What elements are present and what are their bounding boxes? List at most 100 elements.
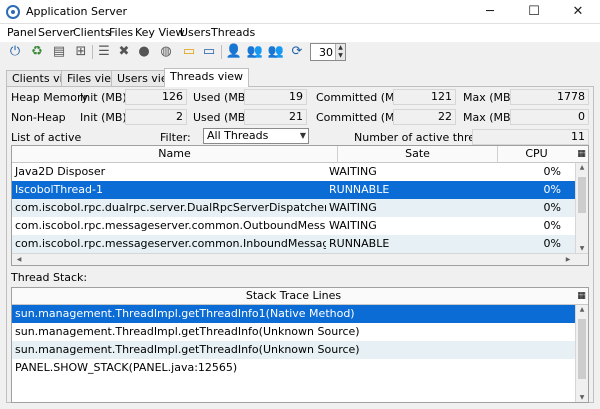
- thread-row[interactable]: com.iscobol.rpc.messageserver.common.Inb…: [12, 235, 576, 253]
- column-header-name[interactable]: Name: [12, 146, 338, 163]
- stack-line-cell: PANEL.SHOW_STACK(PANEL.java:12565): [15, 361, 238, 374]
- scroll-right-icon[interactable]: ▶: [562, 256, 574, 263]
- chevron-down-icon[interactable]: ▼: [300, 129, 306, 143]
- nonheap-max-value: 0: [510, 109, 589, 125]
- thread-cpu-cell: 0%: [543, 237, 561, 250]
- minimize-button[interactable]: ─: [468, 0, 512, 24]
- stack-line-cell: sun.management.ThreadImpl.getThreadInfo1…: [15, 307, 355, 320]
- menu-panel[interactable]: Panel: [7, 26, 37, 39]
- menu-users[interactable]: Users: [180, 26, 211, 39]
- app-logo-icon: [6, 5, 20, 19]
- thread-name-cell: com.iscobol.rpc.messageserver.common.Out…: [15, 219, 326, 232]
- list-of-active-label: List of active: [11, 131, 82, 144]
- thread-name-cell: com.iscobol.rpc.messageserver.common.Inb…: [15, 237, 326, 250]
- menu-clients[interactable]: Clients: [73, 26, 111, 39]
- stack-scroll-thumb[interactable]: [578, 319, 586, 379]
- heap-committed-value: 121: [393, 89, 456, 105]
- threads-scroll-thumb[interactable]: [578, 177, 586, 213]
- column-header-state[interactable]: Sate: [338, 146, 498, 163]
- folder-icon[interactable]: ▭: [180, 43, 198, 61]
- thread-cpu-cell: 0%: [543, 183, 561, 196]
- scroll-up-icon[interactable]: ▲: [576, 306, 588, 313]
- stack-row[interactable]: sun.management.ThreadImpl.getThreadInfo(…: [12, 323, 576, 341]
- thread-state-cell: WAITING: [329, 165, 377, 178]
- stack-icon[interactable]: ☰: [95, 43, 113, 61]
- heap-init-label: Init (MB):: [80, 91, 131, 104]
- thread-row-selected[interactable]: IscobolThread-1 RUNNABLE 0%: [12, 181, 576, 199]
- stack-line-cell: sun.management.ThreadImpl.getThreadInfo(…: [15, 343, 360, 356]
- heap-used-value: 19: [244, 89, 307, 105]
- stack-row[interactable]: sun.management.ThreadImpl.getThreadInfo(…: [12, 341, 576, 359]
- tools-icon[interactable]: ✖: [115, 43, 133, 61]
- add-user-icon[interactable]: 👥: [246, 43, 264, 61]
- filter-selected-value[interactable]: All Threads: [207, 129, 268, 142]
- nonheap-init-label: Init (MB):: [80, 111, 131, 124]
- thread-state-cell: WAITING: [329, 201, 377, 214]
- column-chooser-icon[interactable]: ▦: [575, 288, 588, 305]
- column-header-cpu[interactable]: CPU: [498, 146, 576, 163]
- thread-cpu-cell: 0%: [543, 201, 561, 214]
- heap-max-value: 1778: [510, 89, 589, 105]
- refresh-interval-value[interactable]: 30: [319, 46, 333, 59]
- nonheap-init-value: 2: [125, 109, 187, 125]
- refresh-interval-spinner[interactable]: 30 ▲ ▼: [310, 43, 346, 61]
- menu-bar: Panel Server Clients Files Key View User…: [0, 24, 600, 42]
- thread-state-cell: WAITING: [329, 219, 377, 232]
- stack-vertical-scrollbar[interactable]: ▲ ▼: [575, 305, 588, 402]
- filter-label: Filter:: [160, 131, 191, 144]
- nonheap-committed-value: 22: [393, 109, 456, 125]
- group-icon[interactable]: 👥: [267, 43, 285, 61]
- power-icon[interactable]: ⏻: [6, 43, 24, 61]
- thread-row[interactable]: com.iscobol.rpc.dualrpc.server.DualRpcSe…: [12, 199, 576, 217]
- stack-trace-table: Stack Trace Lines ▦ sun.management.Threa…: [11, 287, 589, 403]
- window-title: Application Server: [26, 5, 128, 18]
- server-icon[interactable]: ▤: [50, 43, 68, 61]
- scroll-up-icon[interactable]: ▲: [576, 164, 588, 171]
- spin-down-icon[interactable]: ▼: [335, 52, 345, 60]
- menu-files[interactable]: Files: [109, 26, 133, 39]
- thread-row[interactable]: Java2D Disposer WAITING 0%: [12, 163, 576, 181]
- threads-vertical-scrollbar[interactable]: ▲ ▼: [575, 163, 588, 253]
- toolbar-separator: [221, 45, 222, 59]
- thread-name-cell: IscobolThread-1: [15, 183, 103, 196]
- maximize-button[interactable]: ☐: [512, 0, 556, 24]
- toolbar: ⏻ ♻ ▤ ⊞ ☰ ✖ ● ◍ ▭ ▭ 👤 👥 👥 ⟳ 30 ▲ ▼: [0, 42, 600, 62]
- user-icon[interactable]: 👤: [225, 43, 243, 61]
- network-icon[interactable]: ⊞: [72, 43, 90, 61]
- menu-server[interactable]: Server: [38, 26, 74, 39]
- heap-init-value: 126: [125, 89, 187, 105]
- thread-cpu-cell: 0%: [543, 219, 561, 232]
- thread-name-cell: com.iscobol.rpc.dualrpc.server.DualRpcSe…: [15, 201, 326, 214]
- scroll-left-icon[interactable]: ◀: [13, 256, 25, 263]
- menu-key-view[interactable]: Key View: [135, 26, 185, 39]
- stack-line-cell: sun.management.ThreadImpl.getThreadInfo(…: [15, 325, 360, 338]
- thread-cpu-cell: 0%: [543, 165, 561, 178]
- active-threads-count: 11: [472, 129, 589, 145]
- refresh-icon[interactable]: ⟳: [288, 43, 306, 61]
- nonheap-used-value: 21: [244, 109, 307, 125]
- monitor-icon[interactable]: ▭: [200, 43, 218, 61]
- thread-state-cell: RUNNABLE: [329, 183, 390, 196]
- heap-memory-label: Heap Memory: [11, 91, 88, 104]
- recycle-icon[interactable]: ♻: [28, 43, 46, 61]
- spin-up-icon[interactable]: ▲: [335, 44, 345, 52]
- thread-name-cell: Java2D Disposer: [15, 165, 106, 178]
- title-bar: Application Server ─ ☐ ✕: [0, 0, 600, 24]
- scroll-down-icon[interactable]: ▼: [576, 245, 588, 252]
- scroll-down-icon[interactable]: ▼: [576, 394, 588, 401]
- column-header-stack-trace[interactable]: Stack Trace Lines: [12, 288, 576, 305]
- close-button[interactable]: ✕: [556, 0, 600, 24]
- chat-icon[interactable]: ●: [135, 43, 153, 61]
- filter-select[interactable]: All Threads ▼: [203, 128, 309, 144]
- column-chooser-icon[interactable]: ▦: [575, 146, 588, 163]
- tab-threads-view[interactable]: Threads view: [164, 68, 250, 87]
- menu-threads[interactable]: Threads: [211, 26, 255, 39]
- threads-horizontal-scrollbar[interactable]: ◀ ▶: [12, 253, 588, 265]
- chat-bubbles-icon[interactable]: ◍: [157, 43, 175, 61]
- toolbar-separator: [92, 45, 93, 59]
- thread-stack-label: Thread Stack:: [11, 271, 88, 284]
- stack-row[interactable]: PANEL.SHOW_STACK(PANEL.java:12565): [12, 359, 576, 377]
- threads-table: Name Sate CPU ▦ Java2D Disposer WAITING …: [11, 145, 589, 266]
- thread-row[interactable]: com.iscobol.rpc.messageserver.common.Out…: [12, 217, 576, 235]
- stack-row-selected[interactable]: sun.management.ThreadImpl.getThreadInfo1…: [12, 305, 576, 323]
